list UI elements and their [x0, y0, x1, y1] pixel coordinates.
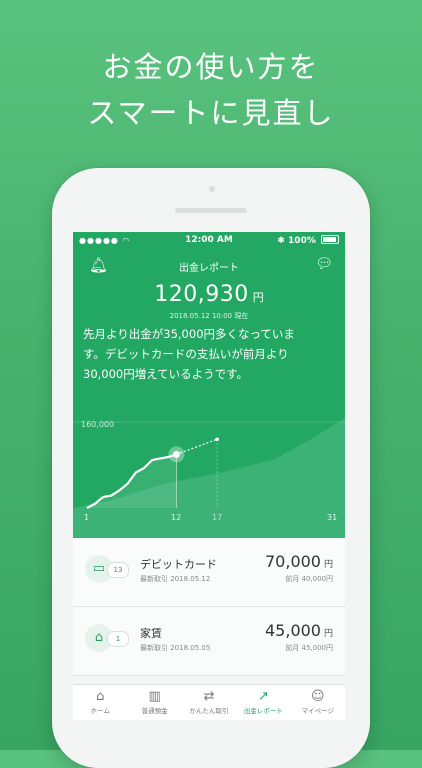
item-latest: 最新取引 2018.05.12	[140, 575, 211, 583]
current-point	[172, 450, 180, 458]
item-previous: 前月 45,000円	[285, 644, 333, 652]
item-previous: 前月 40,000円	[285, 575, 333, 583]
item-amount-value: 70,000	[265, 552, 321, 571]
spending-chart[interactable]: 160,000 1 12 17 31	[73, 412, 345, 538]
tab-savings[interactable]: ▥ 普通預金	[127, 685, 181, 720]
previous-month-area	[73, 418, 345, 538]
status-bar: ●●●●● ◠ 12:00 AM ✱ 100%	[73, 232, 345, 250]
transaction-count-badge: 13	[107, 562, 129, 578]
amount-unit: 円	[252, 291, 264, 304]
category-list: ▭ 13 デビットカード 最新取引 2018.05.12 70,000 円 前月 …	[73, 538, 345, 676]
total-amount: 120,930 円	[73, 282, 345, 307]
tab-bar: ⌂ ホーム ▥ 普通預金 ⇄ かんたん取引 ↗ 出金レポート ☺ マイページ	[73, 684, 345, 720]
item-latest: 最新取引 2018.05.05	[140, 644, 211, 652]
tab-label: ホーム	[90, 707, 110, 715]
tab-quick-transfer[interactable]: ⇄ かんたん取引	[182, 685, 236, 720]
report-message: 先月より出金が35,000円多くなっていま す。デビットカードの支払いが前月より…	[83, 324, 339, 384]
tab-withdrawal-report[interactable]: ↗ 出金レポート	[236, 685, 290, 720]
item-amount-value: 45,000	[265, 621, 321, 640]
page-title: 出金レポート	[179, 263, 239, 274]
list-item-debit-card[interactable]: ▭ 13 デビットカード 最新取引 2018.05.12 70,000 円 前月 …	[73, 538, 345, 607]
x-tick-1: 1	[84, 513, 90, 522]
battery-text: 100%	[288, 236, 316, 246]
tab-home[interactable]: ⌂ ホーム	[73, 685, 127, 720]
message-line-3: 30,000円増えているようです。	[83, 367, 249, 381]
x-tick-31: 31	[327, 513, 338, 522]
speaker-grille	[175, 208, 247, 213]
item-name: 家賃	[140, 627, 162, 640]
y-tick-label: 160,000	[81, 420, 115, 429]
transaction-count-badge: 1	[107, 631, 129, 647]
amount-value: 120,930	[154, 282, 249, 307]
item-amount: 70,000 円	[265, 552, 333, 571]
message-line-1: 先月より出金が35,000円多くなっていま	[83, 327, 295, 341]
exchange-icon: ⇄	[203, 689, 215, 704]
chat-icon[interactable]: 💬︎	[315, 256, 333, 272]
bluetooth-icon: ✱	[277, 236, 285, 246]
list-item-rent[interactable]: ⌂ 1 家賃 最新取引 2018.05.05 45,000 円 前月 45,000…	[73, 607, 345, 676]
item-amount-unit: 円	[323, 560, 333, 570]
message-line-2: す。デビットカードの支払いが前月より	[83, 347, 289, 361]
battery-icon	[321, 235, 339, 244]
x-tick-12: 12	[171, 513, 182, 522]
bar-chart-icon: ▥	[148, 689, 161, 704]
tab-label: マイページ	[301, 707, 335, 715]
user-icon: ☺	[311, 689, 325, 704]
tab-label: 普通預金	[141, 707, 168, 715]
headline-line-1: お金の使い方を	[102, 50, 320, 84]
app-screen: ●●●●● ◠ 12:00 AM ✱ 100% 🔔︎ 出金レポート 💬︎ 120…	[73, 232, 345, 720]
battery-indicator: ✱ 100%	[277, 235, 339, 246]
trend-icon: ↗	[257, 689, 269, 704]
report-header: ●●●●● ◠ 12:00 AM ✱ 100% 🔔︎ 出金レポート 💬︎ 120…	[73, 232, 345, 538]
tab-label: かんたん取引	[189, 707, 229, 715]
item-name: デビットカード	[140, 558, 217, 571]
headline-line-2: スマートに見直し	[87, 96, 335, 130]
tab-my-page[interactable]: ☺ マイページ	[291, 685, 345, 720]
home-icon: ⌂	[96, 689, 105, 704]
x-tick-17: 17	[212, 513, 223, 522]
as-of-date: 2018.05.12 10:00 現在	[169, 312, 249, 320]
tab-label: 出金レポート	[243, 707, 283, 715]
camera-dot	[209, 186, 215, 192]
promo-headline: お金の使い方を スマートに見直し	[0, 44, 422, 136]
item-amount-unit: 円	[323, 629, 333, 639]
chart-svg	[73, 418, 345, 538]
item-amount: 45,000 円	[265, 621, 333, 640]
